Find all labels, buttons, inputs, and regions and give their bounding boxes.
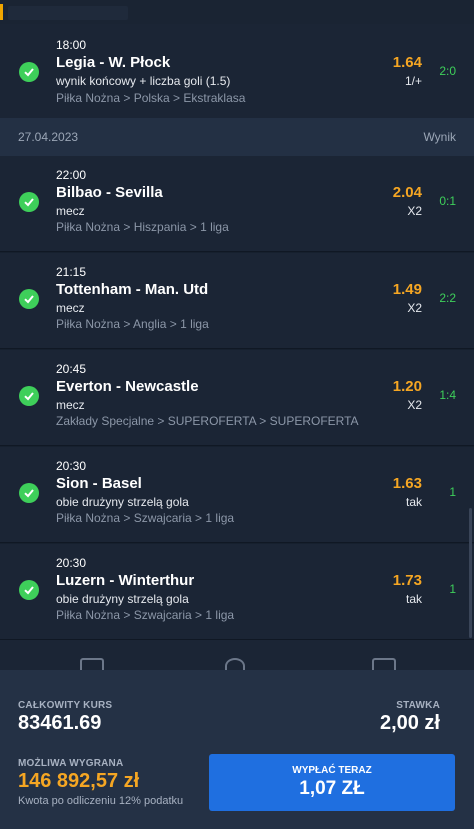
bet-path: Piłka Nożna > Szwajcaria > 1 liga — [56, 608, 235, 622]
bet-pick: tak — [405, 495, 422, 509]
bet-time: 21:15 — [56, 265, 87, 279]
check-icon — [19, 580, 39, 600]
bet-teams: Legia - W. Płock — [56, 54, 171, 71]
share-icon[interactable] — [225, 658, 245, 670]
bet-time: 22:00 — [56, 168, 87, 182]
bet-market: obie drużyny strzelą gola — [56, 592, 189, 606]
bet-market: mecz — [56, 204, 85, 218]
bet-row[interactable]: 22:00 Bilbao - Sevilla mecz Piłka Nożna … — [0, 156, 474, 252]
cashout-label: WYPŁAĆ TERAZ — [292, 765, 372, 776]
bet-result: 1 — [449, 485, 456, 499]
check-icon — [19, 289, 39, 309]
stake-value: 2,00 zł — [379, 712, 440, 734]
copy-icon[interactable] — [372, 658, 396, 670]
bet-row[interactable]: 20:30 Sion - Basel obie drużyny strzelą … — [0, 447, 474, 543]
top-tab[interactable] — [8, 6, 128, 20]
possible-win-label: MOŻLIWA WYGRANA — [18, 758, 124, 769]
bet-row[interactable]: 20:45 Everton - Newcastle mecz Zakłady S… — [0, 350, 474, 446]
scrollbar[interactable] — [469, 508, 472, 638]
bet-odds: 1.63 — [392, 475, 422, 492]
check-icon — [19, 62, 39, 82]
bet-result: 2:0 — [439, 64, 456, 78]
bet-market: mecz — [56, 301, 85, 315]
bet-path: Piłka Nożna > Anglia > 1 liga — [56, 317, 209, 331]
date-label: 27.04.2023 — [18, 130, 79, 144]
bet-row[interactable]: 20:30 Luzern - Winterthur obie drużyny s… — [0, 544, 474, 640]
bet-teams: Tottenham - Man. Utd — [56, 281, 209, 298]
bet-pick: X2 — [407, 398, 422, 412]
bet-path: Zakłady Specjalne > SUPEROFERTA > SUPERO… — [56, 414, 359, 428]
bet-summary: CAŁKOWITY KURS 83461.69 STAWKA 2,00 zł M… — [0, 670, 474, 829]
action-toolbar — [0, 640, 474, 670]
bet-time: 20:30 — [56, 556, 87, 570]
barcode-icon[interactable] — [80, 658, 104, 670]
bet-market: wynik końcowy + liczba goli (1.5) — [56, 74, 231, 88]
bet-row[interactable]: 21:15 Tottenham - Man. Utd mecz Piłka No… — [0, 253, 474, 349]
bet-time: 20:30 — [56, 459, 87, 473]
bet-result: 2:2 — [439, 291, 456, 305]
date-header: 27.04.2023 Wynik — [0, 118, 474, 156]
bet-pick: tak — [405, 592, 422, 606]
bet-result: 1:4 — [439, 388, 456, 402]
bet-path: Piłka Nożna > Polska > Ekstraklasa — [56, 91, 246, 105]
bet-odds: 1.49 — [392, 281, 422, 298]
bet-row[interactable]: 18:00 Legia - W. Płock wynik końcowy + l… — [0, 24, 474, 120]
bet-teams: Bilbao - Sevilla — [56, 184, 163, 201]
possible-win-value: 146 892,57 zł — [18, 770, 140, 792]
bet-path: Piłka Nożna > Szwajcaria > 1 liga — [56, 511, 235, 525]
bet-teams: Everton - Newcastle — [56, 378, 199, 395]
bet-pick: X2 — [407, 204, 422, 218]
check-icon — [19, 192, 39, 212]
total-odds-label: CAŁKOWITY KURS — [18, 700, 113, 711]
bet-pick: X2 — [407, 301, 422, 315]
bet-path: Piłka Nożna > Hiszpania > 1 liga — [56, 220, 229, 234]
bet-odds: 2.04 — [392, 184, 422, 201]
check-icon — [19, 386, 39, 406]
bet-market: obie drużyny strzelą gola — [56, 495, 189, 509]
check-icon — [19, 483, 39, 503]
bet-teams: Luzern - Winterthur — [56, 572, 195, 589]
bet-result: 1 — [449, 582, 456, 596]
total-odds-value: 83461.69 — [18, 712, 102, 734]
bet-time: 20:45 — [56, 362, 87, 376]
bet-odds: 1.73 — [392, 572, 422, 589]
result-column-label: Wynik — [423, 130, 456, 144]
bet-teams: Sion - Basel — [56, 475, 142, 492]
bet-time: 18:00 — [56, 38, 87, 52]
active-tab-indicator — [0, 4, 3, 20]
stake-label: STAWKA — [396, 700, 440, 711]
cashout-button[interactable]: WYPŁAĆ TERAZ 1,07 ZŁ — [209, 754, 455, 811]
tax-note: Kwota po odliczeniu 12% podatku — [18, 795, 184, 807]
bet-odds: 1.20 — [392, 378, 422, 395]
bet-pick: 1/+ — [404, 74, 422, 88]
bet-market: mecz — [56, 398, 85, 412]
cashout-value: 1,07 ZŁ — [299, 778, 365, 799]
top-bar — [0, 0, 474, 24]
bet-odds: 1.64 — [392, 54, 422, 71]
bet-result: 0:1 — [439, 194, 456, 208]
